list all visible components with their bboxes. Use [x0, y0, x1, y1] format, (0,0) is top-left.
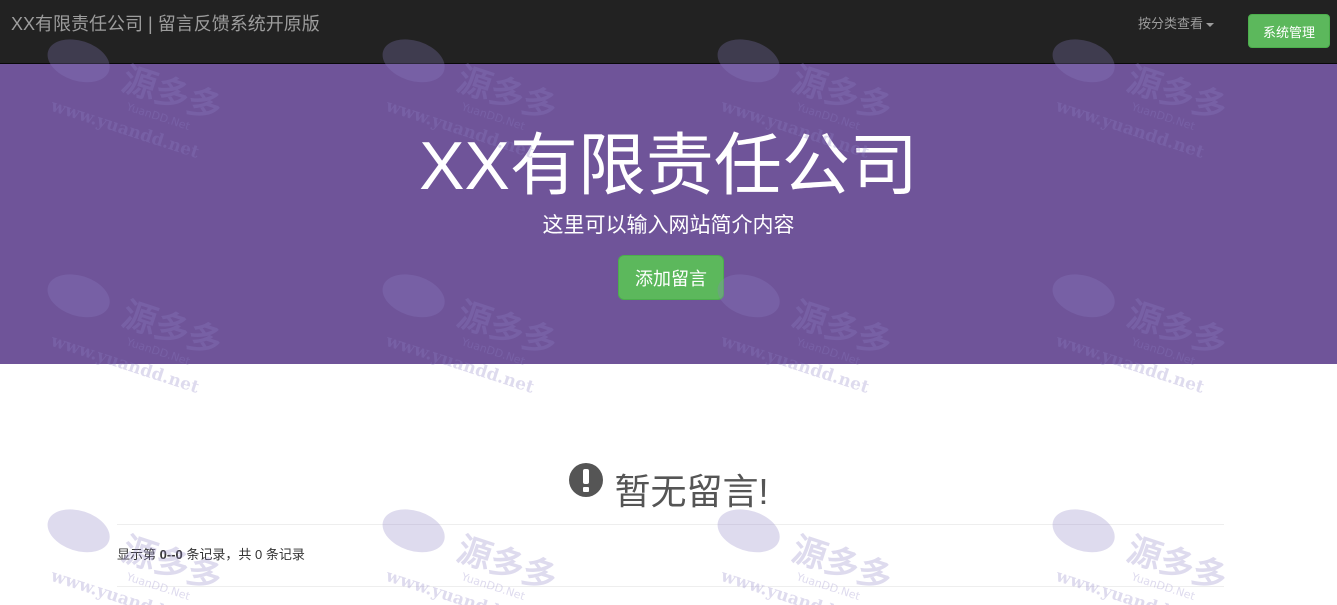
watermark-tile: 源多多YuanDD.Netwww.yuandd.net	[382, 509, 562, 605]
watermark-text: 源多多	[1122, 529, 1231, 599]
navbar-brand[interactable]: XX有限责任公司 | 留言反馈系统开原版	[11, 12, 320, 36]
pager-range: 0--0	[159, 547, 183, 562]
pager-prefix: 显示第	[117, 547, 160, 562]
pager-suffix: 条记录	[262, 547, 305, 562]
system-admin-button[interactable]: 系统管理	[1248, 14, 1330, 48]
empty-state: 暂无留言!	[0, 462, 1337, 517]
watermark-text: 源多多	[787, 529, 896, 599]
hero-subtitle: 这里可以输入网站简介内容	[542, 214, 795, 237]
watermark-text: 源多多	[117, 529, 226, 599]
watermark-tile: 源多多YuanDD.Netwww.yuandd.net	[1052, 509, 1232, 605]
divider-top	[117, 524, 1224, 525]
hero-banner: XX有限责任公司 这里可以输入网站简介内容 添加留言	[0, 64, 1337, 364]
pagination-info: 显示第 0--0 条记录，共 0 条记录	[117, 546, 305, 564]
empty-message: 暂无留言!	[614, 471, 769, 512]
watermark-tile: 源多多YuanDD.Netwww.yuandd.net	[717, 509, 897, 605]
divider-bottom	[117, 586, 1224, 587]
category-dropdown[interactable]: 按分类查看	[1138, 15, 1215, 33]
add-message-button[interactable]: 添加留言	[618, 255, 724, 300]
top-navbar: XX有限责任公司 | 留言反馈系统开原版 按分类查看 系统管理	[0, 0, 1337, 64]
pager-middle: 条记录，共	[182, 547, 255, 562]
hero-title: XX有限责任公司	[419, 128, 918, 204]
caret-down-icon	[1206, 22, 1215, 27]
watermark-text: 源多多	[452, 529, 561, 599]
category-dropdown-label: 按分类查看	[1138, 16, 1204, 31]
exclamation-circle-icon	[569, 463, 604, 497]
